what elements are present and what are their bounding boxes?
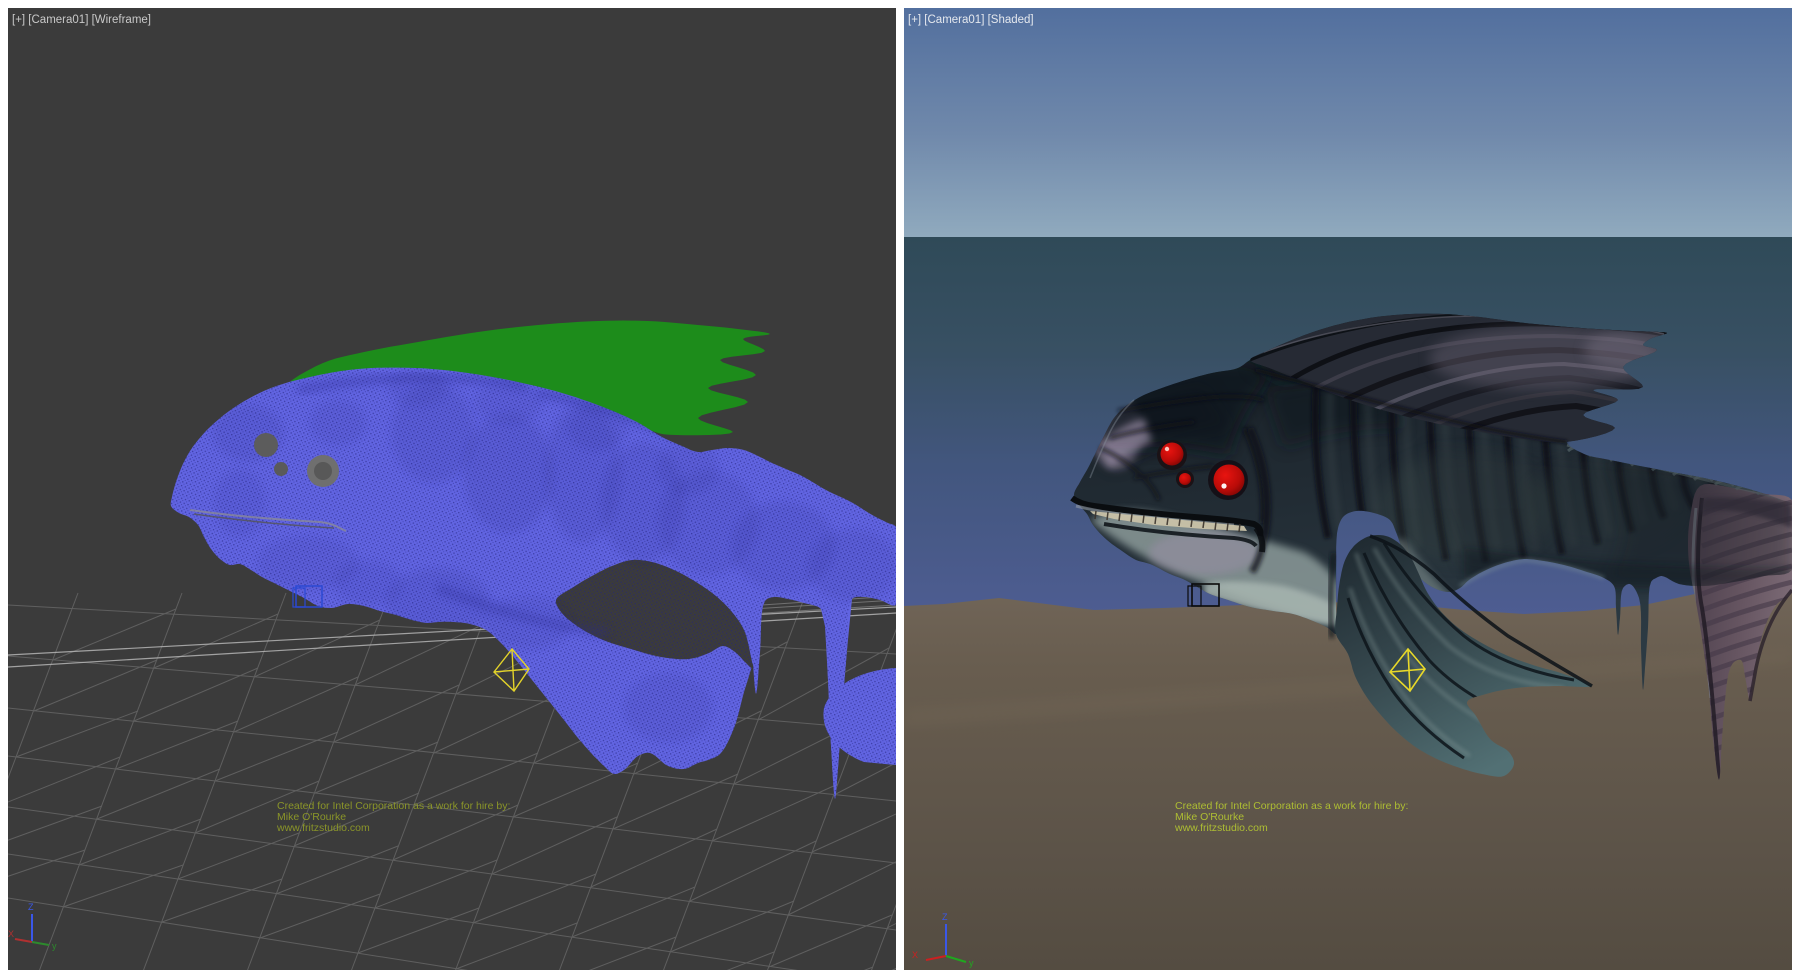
svg-text:y: y xyxy=(969,958,974,968)
svg-text:y: y xyxy=(52,941,57,951)
svg-text:Z: Z xyxy=(28,902,34,912)
svg-text:[+] [Camera01] [Wireframe]: [+] [Camera01] [Wireframe] xyxy=(12,14,151,26)
svg-text:Z: Z xyxy=(942,912,948,922)
svg-text:X: X xyxy=(912,950,918,960)
svg-text:www.fritzstudio.com: www.fritzstudio.com xyxy=(1174,822,1268,834)
svg-text:X: X xyxy=(8,929,14,939)
svg-text:[+] [Camera01] [Shaded]: [+] [Camera01] [Shaded] xyxy=(908,14,1034,26)
svg-text:www.fritzstudio.com: www.fritzstudio.com xyxy=(276,822,370,834)
